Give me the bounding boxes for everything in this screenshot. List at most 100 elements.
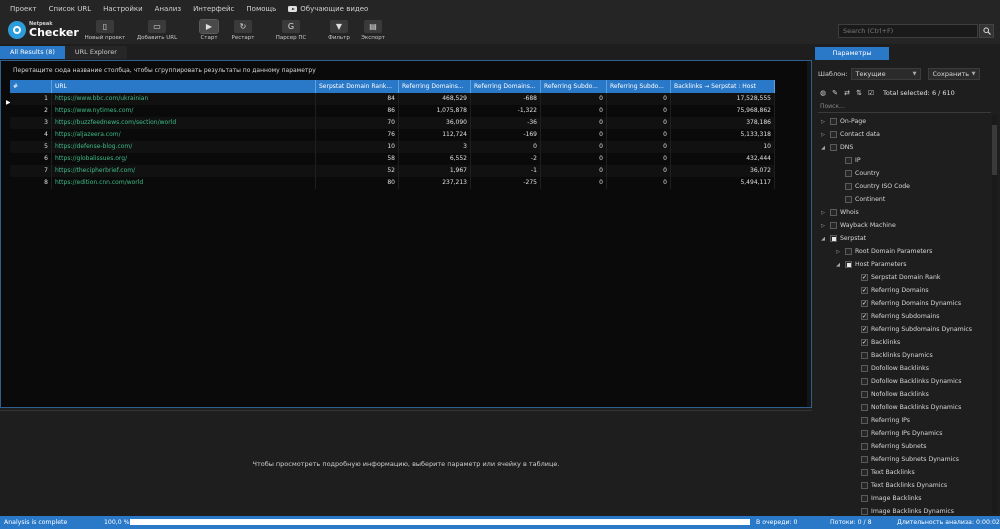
search-input[interactable]: Search (Ctrl+F) [838, 24, 978, 38]
menu-analysis[interactable]: Анализ [149, 5, 187, 13]
checkbox[interactable] [861, 456, 868, 463]
cell-referring-domains[interactable]: 1,967 [399, 165, 471, 177]
cell-serpstat-domain-rank[interactable]: 84 [316, 93, 399, 105]
checkbox[interactable]: ✓ [861, 300, 868, 307]
cell-serpstat-domain-rank[interactable]: 76 [316, 129, 399, 141]
tab-url-explorer[interactable]: URL Explorer [64, 46, 127, 59]
cell-referring-subdomains[interactable]: 0 [541, 93, 607, 105]
checkbox[interactable] [861, 404, 868, 411]
cell-index[interactable]: 3 [10, 117, 52, 129]
param-item-continent[interactable]: Continent [815, 193, 991, 206]
param-item-referring-ips-dynamics[interactable]: Referring IPs Dynamics [815, 427, 991, 440]
swap-icon[interactable]: ⇄ [843, 89, 851, 97]
menu-interface[interactable]: Интерфейс [187, 5, 240, 13]
table-row[interactable]: 2 https://www.nytimes.com/86 1,075,878 -1,3… [10, 105, 775, 117]
table-row[interactable]: 1 https://www.bbc.com/ukrainian 84 468,529-… [10, 93, 775, 105]
param-item-country-iso-code[interactable]: Country ISO Code [815, 180, 991, 193]
cell-referring-subdomains[interactable]: 0 [541, 177, 607, 189]
param-item-nofollow-backlinks-dynamics[interactable]: Nofollow Backlinks Dynamics [815, 401, 991, 414]
clear-icon[interactable]: ◍ [819, 89, 827, 97]
column-header-index[interactable]: # [10, 80, 52, 93]
cell-serpstat-domain-rank[interactable]: 52 [316, 165, 399, 177]
param-item-referring-ips[interactable]: Referring IPs [815, 414, 991, 427]
table-row[interactable]: 6 https://globalissues.org/58 6,552 -2 0 0 432… [10, 153, 775, 165]
parameters-search-input[interactable]: Поиск... [818, 102, 991, 113]
checkbox[interactable]: ✓ [861, 313, 868, 320]
column-header-backlinks[interactable]: Backlinks → Serpstat : Host [671, 80, 775, 93]
table-row[interactable]: 5 https://defense-blog.com/10 3 0 0 0 10 [10, 141, 775, 153]
checkbox[interactable] [830, 118, 837, 125]
cell-index[interactable]: 1 [10, 93, 52, 105]
cell-referring-domains-dynamics[interactable]: -1 [471, 165, 541, 177]
param-item-ip[interactable]: IP [815, 154, 991, 167]
cell-index[interactable]: 5 [10, 141, 52, 153]
check-all-icon[interactable]: ☑ [867, 89, 875, 97]
column-header-serpstat-domain-rank[interactable]: Serpstat Domain Rank... [316, 80, 399, 93]
cell-serpstat-domain-rank[interactable]: 70 [316, 117, 399, 129]
cell-referring-domains-dynamics[interactable]: -275 [471, 177, 541, 189]
param-item-referring-subnets[interactable]: Referring Subnets [815, 440, 991, 453]
param-item-referring-subdomains-dynamics[interactable]: ✓ Referring Subdomains Dynamics [815, 323, 991, 336]
cell-referring-subdomains-dynamics[interactable]: 0 [607, 105, 671, 117]
template-select[interactable]: Текущие ▼ [850, 68, 921, 80]
param-item-country[interactable]: Country [815, 167, 991, 180]
param-item-contact-data[interactable]: ▷ Contact data [815, 128, 991, 141]
checkbox[interactable] [845, 248, 852, 255]
checkbox[interactable] [830, 131, 837, 138]
cell-url[interactable]: https://thecipherbrief.com/ [52, 165, 316, 177]
tab-all-results[interactable]: All Results (8) [0, 46, 65, 59]
tab-parameters[interactable]: Параметры [815, 47, 889, 60]
checkbox[interactable] [861, 430, 868, 437]
cell-referring-domains-dynamics[interactable]: -1,322 [471, 105, 541, 117]
save-template-button[interactable]: Сохранить ▼ [927, 68, 980, 80]
menu-url-list[interactable]: Список URL [43, 5, 98, 13]
cell-url[interactable]: https://www.nytimes.com/ [52, 105, 316, 117]
param-item-dofollow-backlinks-dynamics[interactable]: Dofollow Backlinks Dynamics [815, 375, 991, 388]
cell-backlinks[interactable]: 432,444 [671, 153, 775, 165]
cell-referring-domains-dynamics[interactable]: -2 [471, 153, 541, 165]
cell-referring-subdomains-dynamics[interactable]: 0 [607, 141, 671, 153]
expand-arrow-icon[interactable]: ▷ [820, 223, 826, 229]
cell-backlinks[interactable]: 17,528,555 [671, 93, 775, 105]
cell-referring-subdomains[interactable]: 0 [541, 117, 607, 129]
cell-referring-domains[interactable]: 36,090 [399, 117, 471, 129]
cell-referring-subdomains[interactable]: 0 [541, 153, 607, 165]
cell-referring-domains[interactable]: 1,075,878 [399, 105, 471, 117]
cell-referring-subdomains[interactable]: 0 [541, 129, 607, 141]
checkbox[interactable] [845, 183, 852, 190]
cell-index[interactable]: 6 [10, 153, 52, 165]
cell-referring-subdomains-dynamics[interactable]: 0 [607, 153, 671, 165]
column-header-referring-subdomains-dynamics[interactable]: Referring Subdo... [607, 80, 671, 93]
checkbox[interactable] [830, 144, 837, 151]
cell-backlinks[interactable]: 36,072 [671, 165, 775, 177]
cell-referring-domains[interactable]: 112,724 [399, 129, 471, 141]
column-header-referring-domains[interactable]: Referring Domains... [399, 80, 471, 93]
cell-backlinks[interactable]: 10 [671, 141, 775, 153]
cell-url[interactable]: https://www.bbc.com/ukrainian [52, 93, 316, 105]
checkbox[interactable] [861, 495, 868, 502]
checkbox[interactable] [845, 196, 852, 203]
table-row[interactable]: 8 https://edition.cnn.com/world 80 237,213-… [10, 177, 775, 189]
cell-index[interactable]: 2 [10, 105, 52, 117]
cell-referring-domains-dynamics[interactable]: 0 [471, 141, 541, 153]
cell-referring-domains-dynamics[interactable]: -169 [471, 129, 541, 141]
cell-referring-subdomains-dynamics[interactable]: 0 [607, 165, 671, 177]
export-button[interactable]: ▤ Экспорт [350, 20, 396, 41]
cell-backlinks[interactable]: 5,133,318 [671, 129, 775, 141]
menu-help[interactable]: Помощь [240, 5, 282, 13]
collapse-arrow-icon[interactable]: ◢ [835, 262, 841, 268]
expand-arrow-icon[interactable]: ▷ [835, 249, 841, 255]
cell-serpstat-domain-rank[interactable]: 10 [316, 141, 399, 153]
checkbox[interactable]: ✓ [861, 287, 868, 294]
cell-referring-subdomains[interactable]: 0 [541, 165, 607, 177]
collapse-icon[interactable]: ⇅ [855, 89, 863, 97]
param-item-serpstat[interactable]: ◢ Serpstat [815, 232, 991, 245]
cell-backlinks[interactable]: 5,494,117 [671, 177, 775, 189]
edit-icon[interactable]: ✎ [831, 89, 839, 97]
checkbox[interactable] [830, 235, 837, 242]
checkbox[interactable] [845, 261, 852, 268]
collapse-arrow-icon[interactable]: ◢ [820, 145, 826, 151]
cell-serpstat-domain-rank[interactable]: 86 [316, 105, 399, 117]
column-header-referring-domains-dynamics[interactable]: Referring Domains... [471, 80, 541, 93]
expand-arrow-icon[interactable]: ▷ [820, 210, 826, 216]
